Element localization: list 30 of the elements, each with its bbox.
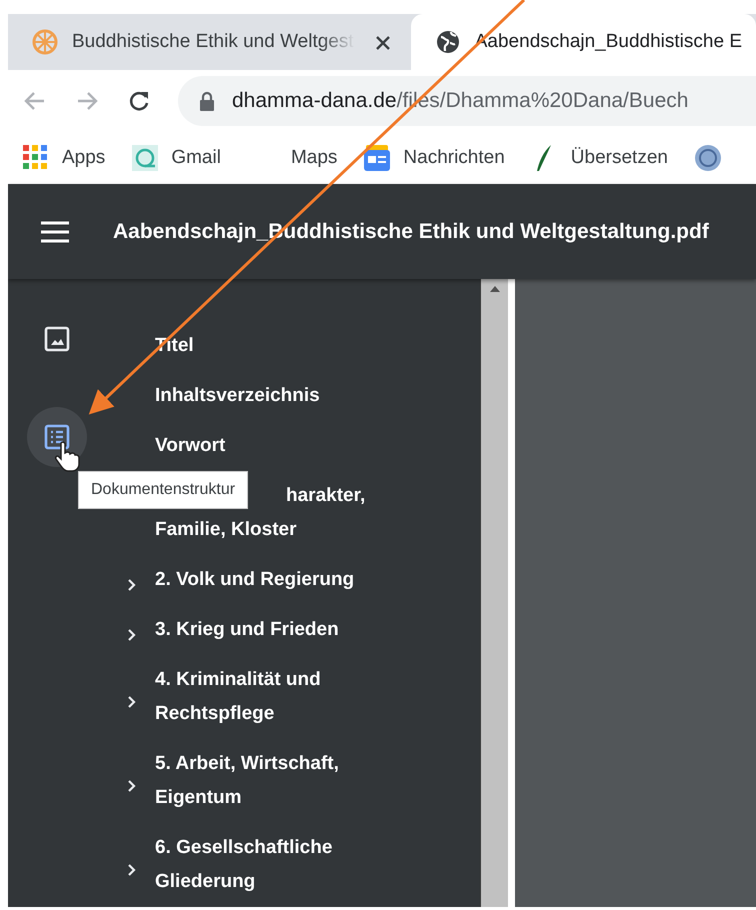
scrollbar[interactable]: [480, 279, 508, 907]
list-icon: [44, 424, 70, 450]
apps-icon: [22, 144, 50, 172]
outline-item[interactable]: 6. Gesellschaftliche Gliederung: [155, 831, 385, 899]
lock-icon: [198, 90, 216, 112]
tab-title: Buddhistische Ethik und Weltgest: [72, 30, 355, 54]
outline-item[interactable]: Inhaltsverzeichnis: [155, 379, 385, 413]
outline-item-text[interactable]: Familie, Kloster: [155, 513, 385, 547]
flower-icon: [32, 29, 58, 55]
outline-item[interactable]: 3. Krieg und Frieden: [155, 613, 385, 647]
browser-tab[interactable]: Buddhistische Ethik und Weltgest: [8, 14, 411, 70]
outline-item[interactable]: Vorwort: [155, 429, 385, 463]
bookmark[interactable]: Apps: [22, 144, 106, 172]
globe-icon: [434, 29, 461, 55]
bookmark[interactable]: Nachrichten: [363, 144, 505, 172]
seal-icon: [694, 144, 722, 172]
bookmark[interactable]: Maps: [290, 144, 338, 172]
news-icon: [363, 144, 392, 172]
outline-item[interactable]: 5. Arbeit, Wirtschaft, Eigentum: [155, 747, 385, 815]
outline-item[interactable]: 4. Kriminalität und Rechtspflege: [155, 663, 385, 731]
bookmark[interactable]: [694, 144, 722, 172]
bookmark[interactable]: Übersetzen: [530, 144, 668, 172]
menu-icon[interactable]: [41, 220, 69, 244]
image-icon: [44, 326, 70, 352]
scroll-up-icon[interactable]: [488, 285, 500, 293]
outline-item-text[interactable]: harakter,: [286, 479, 385, 513]
tooltip: Dokumentenstruktur: [78, 471, 248, 509]
outline-item[interactable]: 2. Volk und Regierung: [155, 563, 385, 597]
chat-icon: [131, 144, 160, 172]
bookmark[interactable]: Gmail: [131, 144, 221, 172]
